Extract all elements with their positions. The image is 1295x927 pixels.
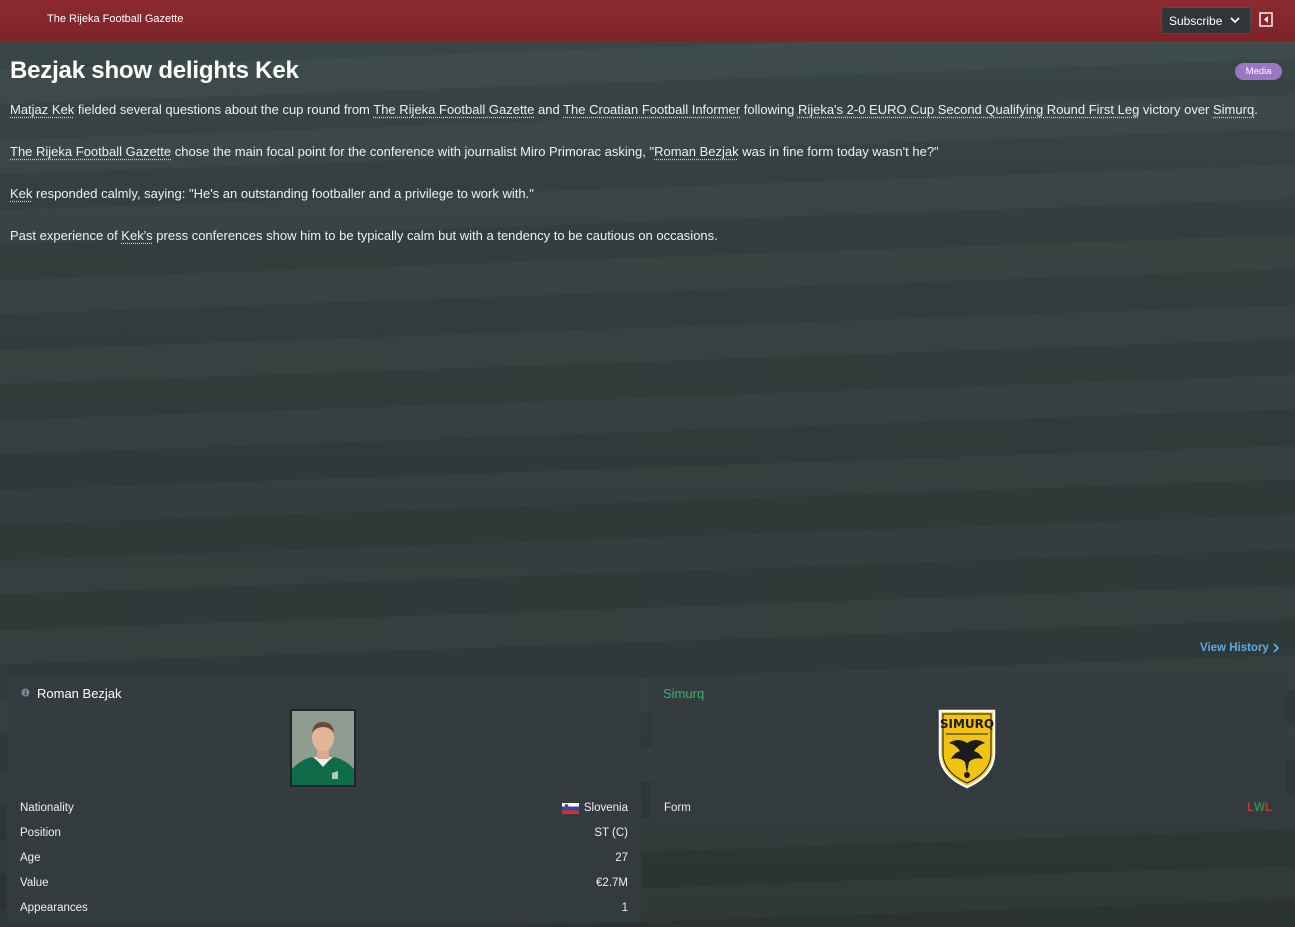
row-label: Age [20, 851, 41, 864]
view-history-link[interactable]: View History [1200, 642, 1280, 654]
player-link[interactable]: Roman Bezjak [654, 144, 739, 159]
article-paragraph: Past experience of Kek's press conferenc… [10, 228, 718, 243]
row-label: Nationality [20, 802, 74, 815]
article-paragraph: The Rijeka Football Gazette chose the ma… [10, 144, 939, 159]
header-title: The Rijeka Football Gazette [47, 13, 184, 25]
manager-link[interactable]: Kek [10, 186, 32, 201]
club-crest-icon: SIMURQ [938, 709, 996, 789]
article-paragraph: Kek responded calmly, saying: "He's an o… [10, 186, 534, 201]
manager-link[interactable]: Matjaz Kek [10, 102, 74, 117]
media-tag-badge: Media [1235, 63, 1282, 80]
chevron-down-icon [1230, 17, 1240, 24]
slovenia-flag-icon [561, 802, 579, 814]
player-info-row: Value €2.7M [20, 870, 628, 895]
manager-link[interactable]: Kek's [121, 228, 152, 243]
player-info-row: Age 27 [20, 846, 628, 871]
club-card: Simurq SIMURQ Form L W L [651, 675, 1286, 825]
club-name[interactable]: Simurq [663, 686, 704, 701]
player-name[interactable]: Roman Bezjak [37, 686, 122, 701]
subscribe-label: Subscribe [1169, 13, 1223, 28]
nationality-value[interactable]: Slovenia [561, 802, 628, 814]
player-card: Roman Bezjak Nationality Slovenia Positi… [7, 675, 641, 922]
newspaper-link[interactable]: The Croatian Football Informer [563, 102, 740, 117]
row-label: Position [20, 827, 61, 840]
row-value: €2.7M [596, 876, 628, 889]
view-history-label: View History [1200, 642, 1269, 654]
newspaper-link[interactable]: The Rijeka Football Gazette [373, 102, 534, 117]
player-photo [290, 709, 356, 787]
player-info-row: Position ST (C) [20, 821, 628, 846]
article-paragraph: Matjaz Kek fielded several questions abo… [10, 102, 1258, 117]
article-body: Matjaz Kek fielded several questions abo… [10, 99, 1285, 267]
form-result: L [1264, 802, 1272, 815]
form-result: L [1247, 802, 1255, 815]
row-value: 1 [621, 901, 628, 914]
collapse-panel-icon[interactable] [1259, 12, 1273, 27]
club-info-rows: Form L W L [664, 796, 1272, 821]
info-icon[interactable] [21, 688, 30, 697]
subscribe-button[interactable]: Subscribe [1161, 7, 1251, 34]
club-link[interactable]: Simurq [1213, 102, 1254, 117]
article-title: Bezjak show delights Kek [10, 57, 299, 84]
newspaper-link[interactable]: The Rijeka Football Gazette [10, 144, 171, 159]
row-label: Appearances [20, 901, 88, 914]
player-info-row: Nationality Slovenia [20, 796, 628, 821]
row-label: Value [20, 876, 49, 889]
row-label: Form [664, 802, 691, 815]
row-value: 27 [615, 851, 628, 864]
svg-text:SIMURQ: SIMURQ [940, 717, 994, 731]
match-link[interactable]: Rijeka's 2-0 EURO Cup Second Qualifying … [798, 102, 1139, 117]
player-info-row: Appearances 1 [20, 895, 628, 920]
row-value: ST (C) [594, 827, 628, 840]
form-results: L W L [1247, 802, 1272, 814]
form-result: W [1254, 802, 1265, 815]
header-bar: The Rijeka Football Gazette Subscribe [0, 0, 1295, 41]
chevron-right-icon [1273, 643, 1280, 653]
player-info-rows: Nationality Slovenia Position ST (C) Age… [20, 796, 628, 920]
club-form-row: Form L W L [664, 796, 1272, 821]
